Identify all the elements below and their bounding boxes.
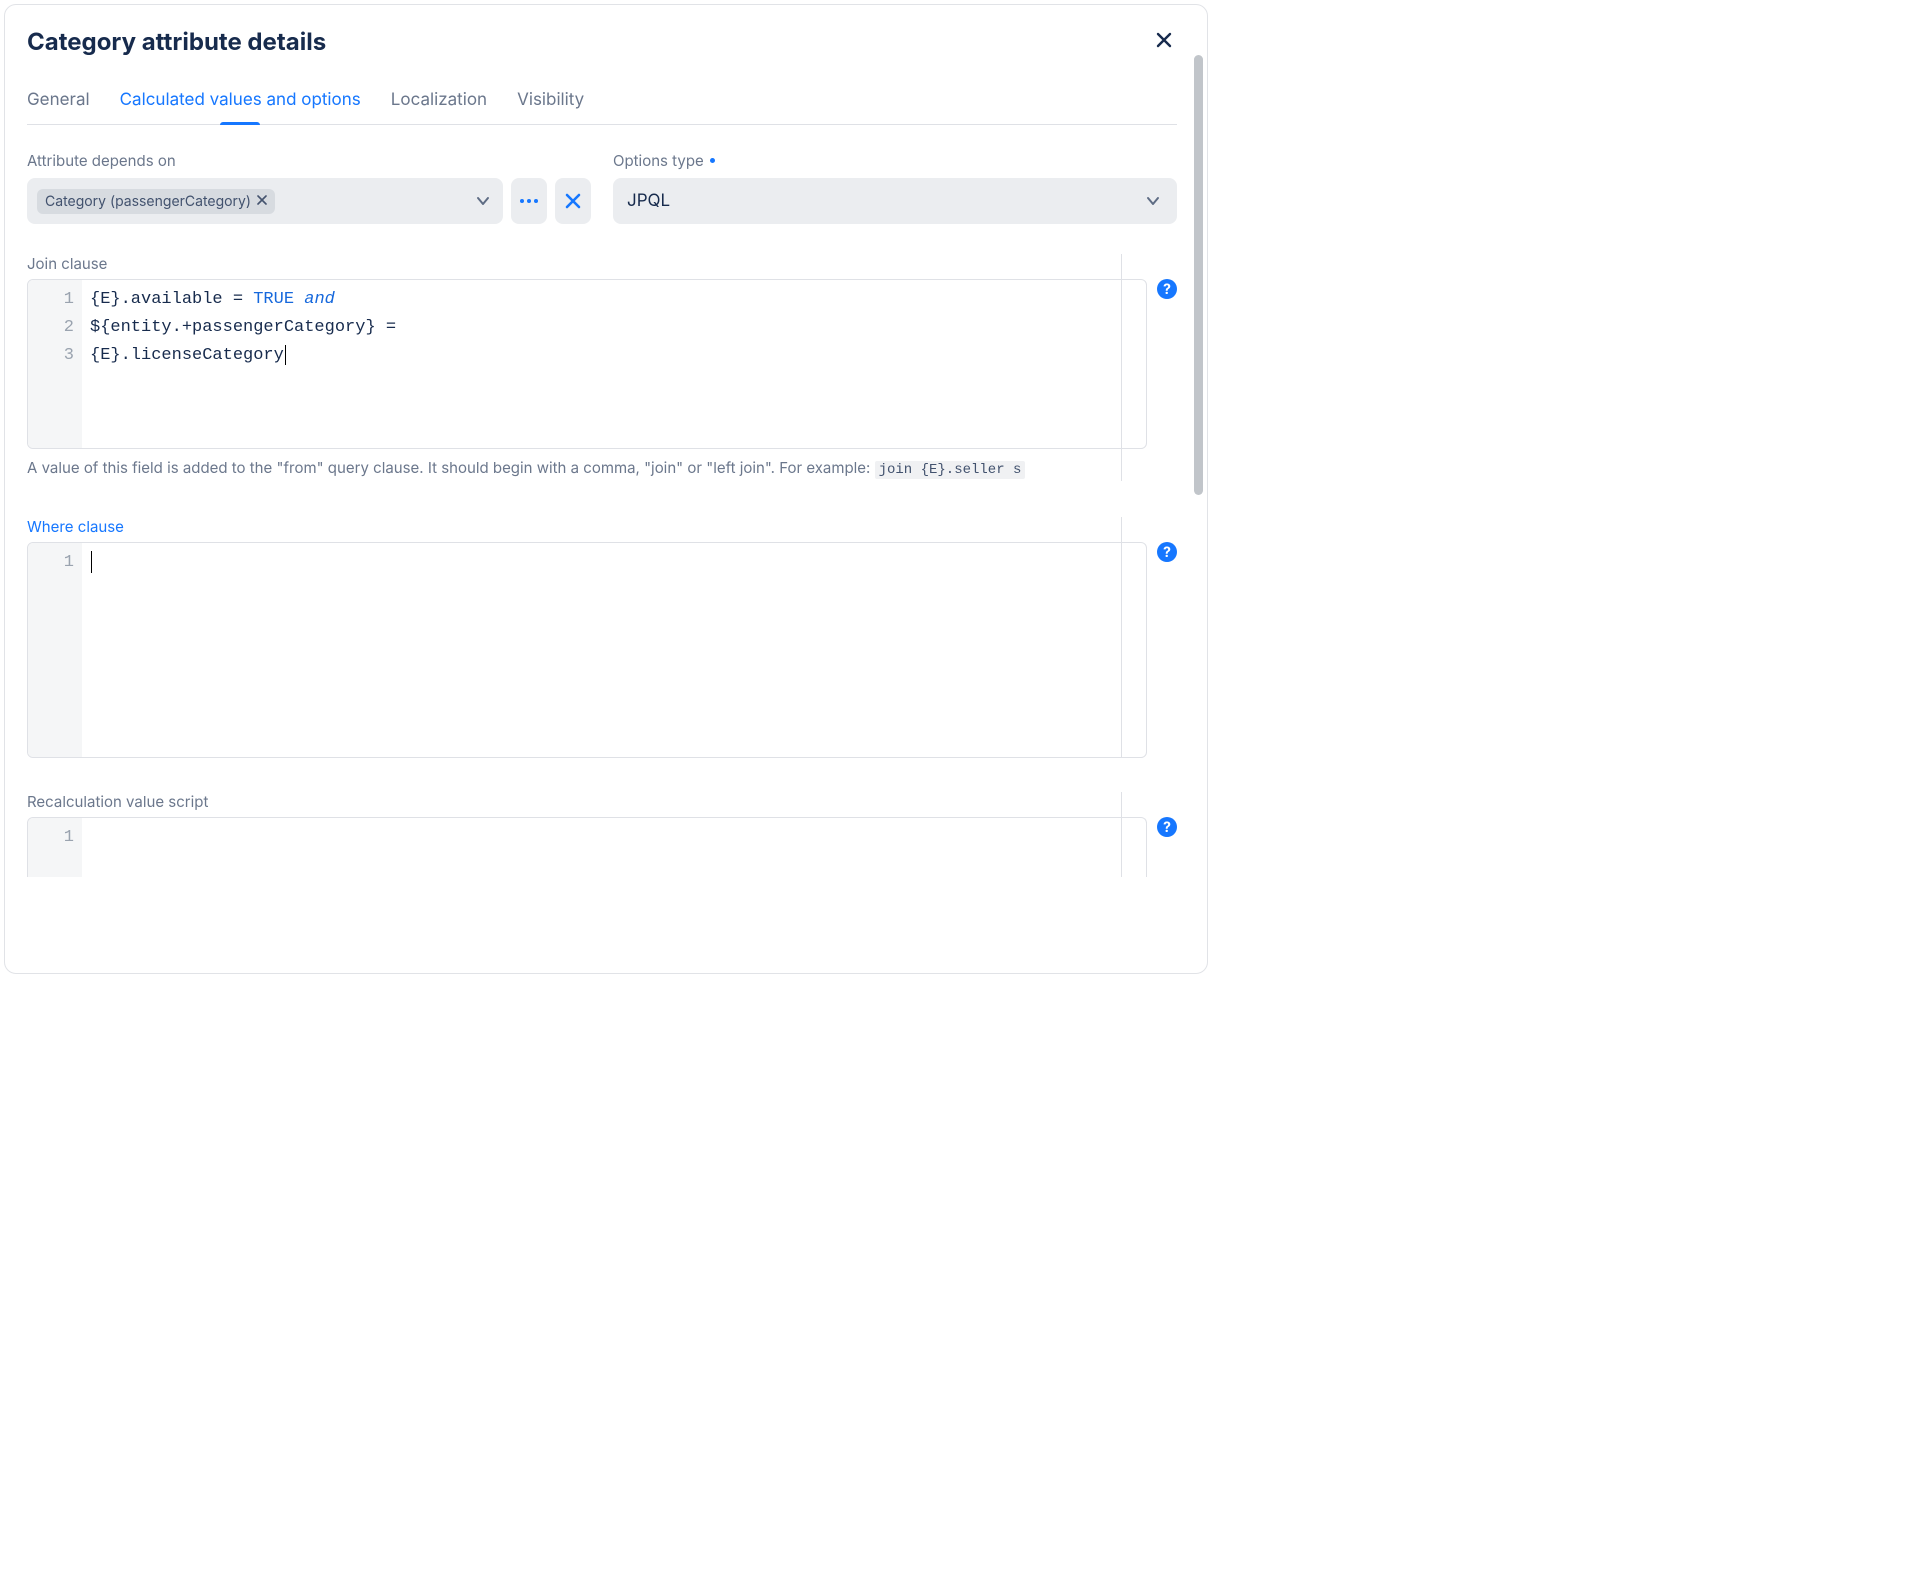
options-type-select[interactable]: JPQL: [613, 178, 1177, 224]
editor-divider: [1121, 279, 1122, 449]
dialog-title: Category attribute details: [27, 27, 326, 56]
join-clause-code[interactable]: {E}.available = TRUE and ${entity.+passe…: [82, 280, 1146, 449]
chip-remove-icon[interactable]: [257, 193, 267, 209]
options-type-value: JPQL: [627, 191, 670, 211]
where-clause-label: Where clause: [27, 517, 1177, 536]
join-clause-label: Join clause: [27, 254, 1177, 273]
tabs: General Calculated values and options Lo…: [27, 90, 1177, 125]
scrollbar[interactable]: [1194, 15, 1203, 963]
tab-general[interactable]: General: [27, 90, 90, 124]
where-clause-editor[interactable]: 1: [27, 542, 1147, 758]
tab-visibility[interactable]: Visibility: [517, 90, 584, 124]
chevron-down-icon[interactable]: [1143, 191, 1163, 211]
tab-calculated[interactable]: Calculated values and options: [120, 90, 361, 124]
recalc-script-label: Recalculation value script: [27, 792, 1177, 811]
help-icon[interactable]: ?: [1157, 279, 1177, 299]
help-icon[interactable]: ?: [1157, 817, 1177, 837]
options-type-label: Options type: [613, 151, 1177, 170]
required-dot-icon: [710, 158, 715, 163]
editor-divider: [1121, 542, 1122, 758]
help-icon[interactable]: ?: [1157, 542, 1177, 562]
join-clause-hint: A value of this field is added to the "f…: [27, 457, 1087, 481]
depends-on-chip-label: Category (passengerCategory): [45, 193, 251, 210]
editor-gutter: 1: [28, 818, 82, 877]
depends-on-clear-button[interactable]: [555, 178, 591, 224]
recalc-script-editor[interactable]: 1: [27, 817, 1147, 877]
depends-on-more-button[interactable]: [511, 178, 547, 224]
depends-on-chip[interactable]: Category (passengerCategory): [37, 189, 275, 214]
scrollbar-thumb[interactable]: [1194, 55, 1203, 495]
depends-on-select[interactable]: Category (passengerCategory): [27, 178, 503, 224]
chevron-down-icon[interactable]: [473, 191, 493, 211]
editor-gutter: 123: [28, 280, 82, 449]
recalc-script-code[interactable]: [82, 818, 1146, 877]
where-clause-code[interactable]: [82, 543, 1146, 758]
tab-localization[interactable]: Localization: [391, 90, 487, 124]
close-icon[interactable]: [1155, 31, 1173, 53]
depends-on-label: Attribute depends on: [27, 151, 591, 170]
join-clause-editor[interactable]: 123 {E}.available = TRUE and ${entity.+p…: [27, 279, 1147, 449]
editor-gutter: 1: [28, 543, 82, 758]
editor-divider: [1121, 817, 1122, 877]
